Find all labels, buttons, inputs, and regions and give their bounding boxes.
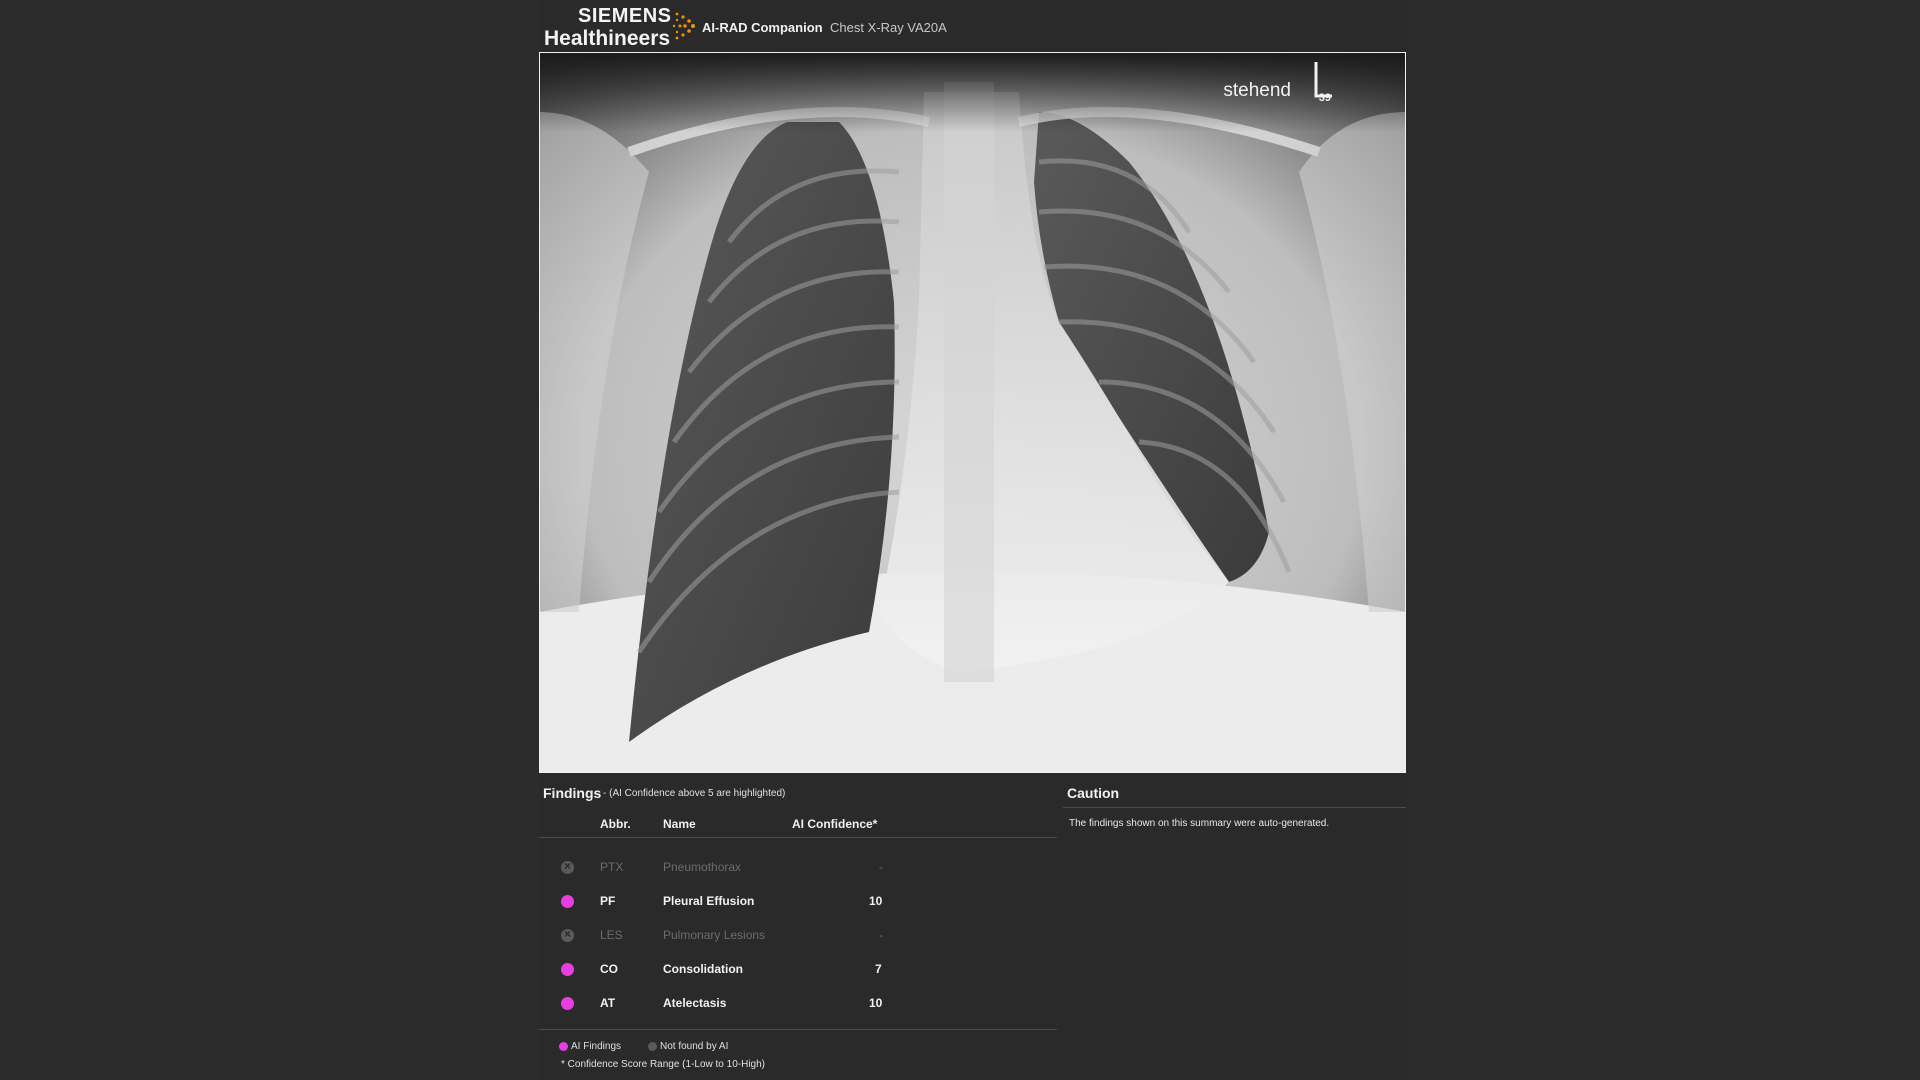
row-confidence: 7 xyxy=(875,962,882,976)
table-row: LES Pulmonary Lesions - xyxy=(539,920,1057,950)
healthineers-dots-icon xyxy=(672,12,695,40)
caution-title: Caution xyxy=(1067,785,1120,801)
row-confidence: 10 xyxy=(869,996,883,1010)
ai-finding-icon xyxy=(559,1041,568,1051)
row-name: Pneumothorax xyxy=(663,860,742,874)
row-name: Consolidation xyxy=(663,962,743,976)
table-row: PF Pleural Effusion 10 xyxy=(539,886,1057,916)
not-found-icon xyxy=(561,927,574,942)
legend-not-found: Not found by AI xyxy=(648,1041,728,1052)
ai-finding-icon xyxy=(561,997,574,1010)
findings-panel: Findings - (AI Confidence above 5 are hi… xyxy=(539,777,1057,1080)
marker-number: 39 xyxy=(1318,92,1331,104)
row-abbr: PTX xyxy=(600,860,624,874)
row-name: Pulmonary Lesions xyxy=(663,928,766,942)
table-row: AT Atelectasis 10 xyxy=(539,988,1057,1018)
row-abbr: AT xyxy=(600,996,616,1010)
legend-not-found-label: Not found by AI xyxy=(660,1041,729,1052)
row-name: Pleural Effusion xyxy=(663,894,755,908)
row-abbr: PF xyxy=(600,894,616,908)
row-name: Atelectasis xyxy=(663,996,727,1010)
column-abbr: Abbr. xyxy=(600,817,631,831)
column-name: Name xyxy=(663,817,696,831)
row-confidence: 10 xyxy=(869,894,883,908)
product-version: Chest X-Ray VA20A xyxy=(830,20,947,35)
brand-line1: SIEMENS xyxy=(578,5,672,27)
findings-title: Findings xyxy=(543,785,602,801)
not-found-icon xyxy=(648,1041,657,1051)
row-abbr: LES xyxy=(600,928,623,942)
not-found-icon xyxy=(561,859,574,874)
row-confidence: - xyxy=(879,860,883,874)
top-bar: SIEMENS Healthineers AI-RAD Companion Ch… xyxy=(539,0,1408,52)
row-abbr: CO xyxy=(600,962,618,976)
app-window: SIEMENS Healthineers AI-RAD Companion Ch… xyxy=(539,0,1408,1080)
caution-text: The findings shown on this summary were … xyxy=(1069,818,1330,829)
ai-finding-icon xyxy=(561,963,574,976)
findings-subtitle: - (AI Confidence above 5 are highlighted… xyxy=(603,788,786,799)
confidence-footnote: * Confidence Score Range (1-Low to 10-Hi… xyxy=(561,1059,765,1070)
findings-table-header: Abbr. Name AI Confidence* xyxy=(539,809,1057,838)
divider xyxy=(539,1029,1057,1030)
column-confidence: AI Confidence* xyxy=(792,817,878,831)
row-confidence: - xyxy=(879,928,883,942)
brand-line2: Healthineers xyxy=(544,27,671,50)
divider xyxy=(1063,807,1406,808)
chest-xray-image: stehend 39 xyxy=(539,52,1406,773)
siemens-healthineers-logo: SIEMENS Healthineers xyxy=(544,5,695,50)
table-row: PTX Pneumothorax - xyxy=(539,852,1057,882)
table-row: CO Consolidation 7 xyxy=(539,954,1057,984)
legend-ai-findings-label: AI Findings xyxy=(571,1041,622,1052)
ai-finding-icon xyxy=(561,895,574,908)
xray-illustration xyxy=(539,52,1406,773)
product-name: AI-RAD Companion xyxy=(702,20,823,35)
position-label: stehend xyxy=(1223,80,1291,101)
caution-panel: Caution The findings shown on this summa… xyxy=(1063,777,1406,1080)
legend-ai-findings: AI Findings xyxy=(559,1041,621,1052)
